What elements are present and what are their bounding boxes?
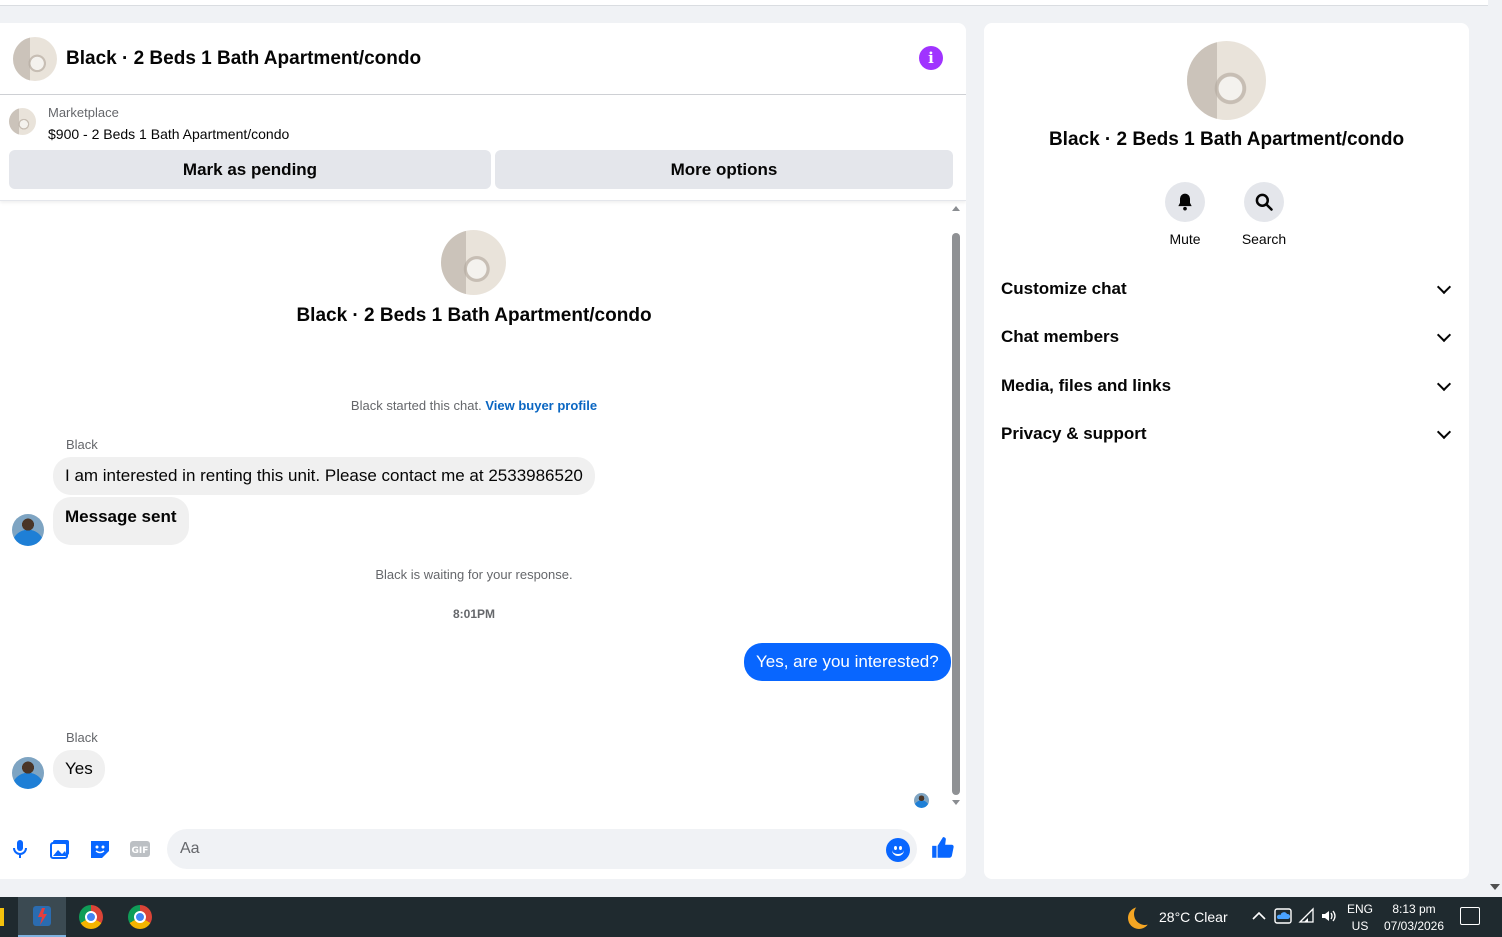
chat-started-line: Black started this chat. View buyer prof… bbox=[350, 398, 598, 413]
mute-button[interactable]: Mute bbox=[1155, 182, 1215, 247]
top-strip bbox=[0, 0, 1488, 6]
bell-icon bbox=[1178, 193, 1192, 211]
conversation-avatar bbox=[441, 230, 506, 295]
thumbs-up-icon[interactable] bbox=[930, 835, 956, 861]
message-bubble-incoming[interactable]: Message sent bbox=[53, 497, 189, 545]
chevron-down-icon bbox=[1436, 376, 1452, 391]
listing-avatar[interactable] bbox=[13, 36, 57, 81]
composer: GIF bbox=[0, 826, 966, 874]
message-bubble-incoming[interactable]: Yes bbox=[53, 750, 105, 788]
message-bubble-outgoing[interactable]: Yes, are you interested? bbox=[744, 643, 951, 681]
listing-price-title[interactable]: $900 - 2 Beds 1 Bath Apartment/condo bbox=[48, 126, 289, 142]
info-icon[interactable]: i bbox=[919, 46, 943, 70]
sender-name: Black bbox=[66, 437, 98, 452]
chat-scrollbar-thumb[interactable] bbox=[952, 233, 960, 795]
weather-text[interactable]: 28°C Clear bbox=[1159, 909, 1228, 925]
taskbar-app-active[interactable] bbox=[18, 897, 66, 937]
mark-as-pending-button[interactable]: Mark as pending bbox=[9, 150, 491, 189]
taskbar: 28°C Clear ENG US 8:13 pm 07/03/2026 bbox=[0, 897, 1502, 937]
chevron-down-icon bbox=[1436, 424, 1452, 439]
clock-date[interactable]: 07/03/2026 bbox=[1380, 919, 1448, 933]
listing-thumbnail[interactable] bbox=[9, 108, 36, 135]
app-icon bbox=[33, 906, 51, 926]
search-label: Search bbox=[1241, 231, 1287, 247]
info-title: Black · 2 Beds 1 Bath Apartment/condo bbox=[1048, 129, 1405, 150]
more-options-button[interactable]: More options bbox=[495, 150, 953, 189]
chrome-icon bbox=[128, 905, 152, 929]
svg-text:GIF: GIF bbox=[132, 846, 149, 856]
section-customize-chat[interactable]: Customize chat bbox=[1001, 269, 1453, 309]
listing-banner: Marketplace $900 - 2 Beds 1 Bath Apartme… bbox=[0, 95, 966, 201]
mute-label: Mute bbox=[1169, 231, 1201, 247]
language-indicator[interactable]: ENG bbox=[1346, 902, 1374, 916]
chat-header: Black · 2 Beds 1 Bath Apartment/condo i bbox=[0, 23, 966, 95]
onedrive-icon[interactable] bbox=[1274, 907, 1292, 925]
chat-title[interactable]: Black · 2 Beds 1 Bath Apartment/condo bbox=[66, 48, 421, 70]
page-scroll-down-arrow[interactable] bbox=[1490, 884, 1500, 890]
listing-source: Marketplace bbox=[48, 105, 119, 120]
search-button[interactable]: Search bbox=[1234, 182, 1294, 247]
notifications-icon[interactable] bbox=[1460, 907, 1480, 925]
chevron-down-icon bbox=[1436, 279, 1452, 294]
wifi-icon[interactable] bbox=[1298, 907, 1316, 925]
message-timestamp: 8:01PM bbox=[452, 607, 496, 621]
photo-icon[interactable] bbox=[48, 837, 72, 861]
message-input[interactable] bbox=[167, 829, 917, 869]
taskbar-chrome-profile-h[interactable] bbox=[67, 897, 115, 937]
chrome-icon bbox=[79, 905, 103, 929]
chat-info-panel: Black · 2 Beds 1 Bath Apartment/condo Mu… bbox=[984, 23, 1469, 879]
section-privacy-support[interactable]: Privacy & support bbox=[1001, 414, 1453, 454]
taskbar-chrome[interactable] bbox=[116, 897, 164, 937]
sticker-icon[interactable] bbox=[88, 837, 112, 861]
gif-icon[interactable]: GIF bbox=[128, 837, 152, 861]
emoji-icon[interactable] bbox=[886, 838, 910, 862]
message-bubble-incoming[interactable]: I am interested in renting this unit. Pl… bbox=[53, 457, 595, 495]
section-media-files-links[interactable]: Media, files and links bbox=[1001, 366, 1453, 406]
sender-name: Black bbox=[66, 730, 98, 745]
seen-indicator-avatar bbox=[914, 793, 929, 808]
view-buyer-profile-link[interactable]: View buyer profile bbox=[485, 398, 597, 413]
chevron-down-icon bbox=[1436, 327, 1452, 342]
chevron-up-icon[interactable] bbox=[1250, 907, 1268, 925]
scroll-down-arrow[interactable] bbox=[952, 800, 960, 805]
scroll-up-arrow[interactable] bbox=[952, 206, 960, 211]
clock-time[interactable]: 8:13 pm bbox=[1380, 902, 1448, 916]
microphone-icon[interactable] bbox=[8, 837, 32, 861]
sender-avatar[interactable] bbox=[12, 514, 44, 546]
sender-avatar[interactable] bbox=[12, 757, 44, 789]
info-listing-avatar[interactable] bbox=[1187, 41, 1266, 120]
waiting-status: Black is waiting for your response. bbox=[375, 567, 573, 582]
keyboard-layout[interactable]: US bbox=[1346, 919, 1374, 933]
file-explorer-icon[interactable] bbox=[0, 908, 4, 926]
search-icon bbox=[1255, 193, 1273, 211]
volume-icon[interactable] bbox=[1320, 907, 1338, 925]
chat-panel: Black · 2 Beds 1 Bath Apartment/condo i … bbox=[0, 23, 966, 879]
weather-moon-icon bbox=[1134, 903, 1156, 925]
conversation-title: Black · 2 Beds 1 Bath Apartment/condo bbox=[296, 305, 652, 326]
section-chat-members[interactable]: Chat members bbox=[1001, 317, 1453, 357]
